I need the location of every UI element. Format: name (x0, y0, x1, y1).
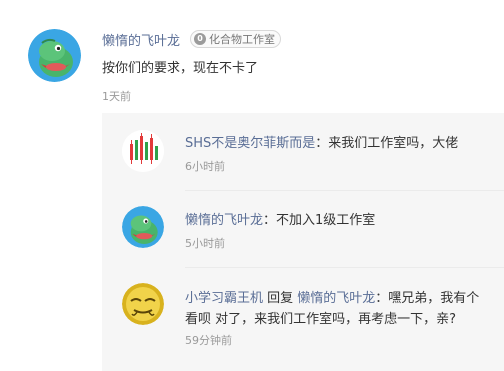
reply-time: 6小时前 (185, 160, 225, 173)
candlestick-chart-icon (122, 130, 164, 172)
post-username[interactable]: 懒惰的飞叶龙 (102, 30, 180, 49)
reply-target-username[interactable]: 懒惰的飞叶龙 (297, 291, 375, 306)
gold-coin-face-icon (122, 283, 164, 325)
reply-username[interactable]: 懒惰的飞叶龙 (185, 213, 263, 228)
reply-username[interactable]: SHS不是奥尔菲斯而是 (185, 136, 315, 151)
badge-circle-icon: 0 (194, 33, 206, 45)
reply-text: ：嘿兄弟，我有个 (375, 291, 480, 306)
reply-content: 懒惰的飞叶龙：不加入1级工作室 (185, 209, 375, 228)
reply-time: 59分钟前 (185, 334, 232, 347)
reply-text-continued: 看呗 对了，来我们工作室吗，再考虑一下，亲? (185, 312, 457, 327)
reply-avatar[interactable] (122, 283, 164, 325)
reply-text: ：来我们工作室吗，大佬 (315, 136, 459, 151)
green-dragon-avatar-icon (122, 206, 164, 248)
reply-content: SHS不是奥尔菲斯而是：来我们工作室吗，大佬 (185, 132, 458, 151)
post-time: 1天前 (102, 90, 131, 103)
replies-panel: SHS不是奥尔菲斯而是：来我们工作室吗，大佬 6小时前 懒惰的飞叶龙：不加入1级… (102, 113, 504, 371)
reply-time: 5小时前 (185, 237, 225, 250)
studio-badge[interactable]: 0 化合物工作室 (190, 30, 281, 48)
reply-text: ：不加入1级工作室 (263, 213, 376, 228)
reply-word: 回复 (263, 291, 298, 306)
reply-avatar[interactable] (122, 130, 164, 172)
reply-content: 小学习霸王机 回复 懒惰的飞叶龙：嘿兄弟，我有个 (185, 287, 479, 306)
reply-username[interactable]: 小学习霸王机 (185, 291, 263, 306)
reply-divider (185, 267, 504, 268)
post-avatar[interactable] (28, 29, 81, 82)
green-dragon-avatar-icon (28, 29, 81, 82)
reply-avatar[interactable] (122, 206, 164, 248)
post-text: 按你们的要求，现在不卡了 (102, 61, 259, 76)
badge-label: 化合物工作室 (209, 33, 275, 46)
reply-divider (185, 190, 504, 191)
